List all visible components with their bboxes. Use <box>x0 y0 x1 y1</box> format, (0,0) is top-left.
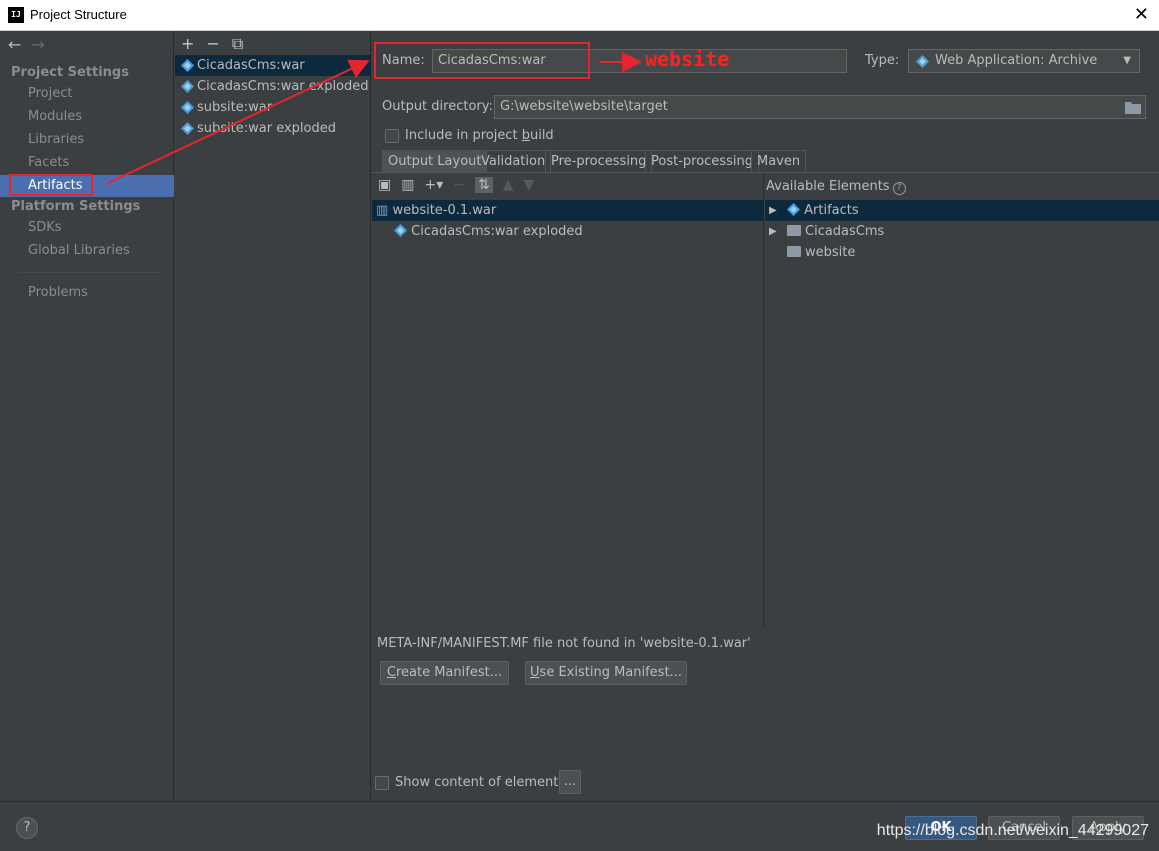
project-settings-header: Project Settings <box>11 65 129 80</box>
artifact-item[interactable]: subsite:war <box>175 97 371 118</box>
layout-tree-label: website-0.1.war <box>392 203 497 218</box>
settings-sidebar: ← → Project Settings Project Modules Libr… <box>0 31 174 801</box>
show-content-options-button[interactable]: ... <box>559 770 581 794</box>
available-element-entry: CicadasCms <box>787 221 884 242</box>
archive-file-icon: ▥ <box>376 203 389 218</box>
copy-artifact-icon[interactable]: ⧉ <box>232 34 243 53</box>
intellij-app-icon: IJ <box>8 7 24 23</box>
platform-settings-header: Platform Settings <box>11 199 141 214</box>
tab-post-processing[interactable]: Post-processing <box>645 150 759 172</box>
remove-artifact-icon[interactable]: − <box>206 34 219 53</box>
create-manifest-button[interactable]: Create Manifest... <box>380 661 509 685</box>
window-title: Project Structure <box>30 7 127 22</box>
artifacts-toolbar: + − ⧉ <box>181 34 255 54</box>
available-element-row[interactable]: ▶ CicadasCms <box>765 221 1159 242</box>
web-app-icon <box>916 55 929 68</box>
artifact-detail-panel: Name: CicadasCms:war Type: Web Applicati… <box>372 31 1159 801</box>
output-directory-input[interactable]: G:\website\website\target <box>494 95 1146 119</box>
manifest-warning: META-INF/MANIFEST.MF file not found in '… <box>377 636 751 651</box>
dialog-button-bar: ? OK Cancel Apply https://blog.csdn.net/… <box>0 801 1159 851</box>
expand-arrow-icon[interactable]: ▶ <box>769 200 777 221</box>
war-artifact-icon <box>181 122 194 135</box>
include-in-build-label: Include in project build <box>405 128 554 143</box>
sidebar-item-facets[interactable]: Facets <box>0 152 174 174</box>
csdn-watermark: https://blog.csdn.net/weixin_44299027 <box>876 822 1149 839</box>
tab-output-layout[interactable]: Output Layout <box>382 150 488 172</box>
sidebar-item-global-libraries[interactable]: Global Libraries <box>0 240 174 262</box>
module-folder-icon <box>787 246 801 257</box>
available-element-label: website <box>805 245 856 260</box>
artifacts-icon <box>787 203 800 216</box>
remove-icon[interactable]: − <box>453 177 465 193</box>
artifact-label: subsite:war <box>197 100 273 115</box>
artifact-label: CicadasCms:war <box>197 58 305 73</box>
layout-tree-row[interactable]: CicadasCms:war exploded <box>372 221 764 242</box>
sidebar-item-libraries[interactable]: Libraries <box>0 129 174 151</box>
available-elements-title: Available Elements? <box>766 179 906 195</box>
available-element-row[interactable]: website <box>765 242 1159 263</box>
sidebar-item-problems[interactable]: Problems <box>0 282 174 304</box>
type-select-value: Web Application: Archive <box>935 53 1098 68</box>
artifact-label: CicadasCms:war exploded <box>197 79 369 94</box>
help-icon[interactable]: ? <box>892 182 906 195</box>
available-element-row[interactable]: ▶ Artifacts <box>765 200 1159 221</box>
add-copy-icon[interactable]: +▾ <box>424 177 443 193</box>
help-button[interactable]: ? <box>16 817 38 839</box>
tab-pre-processing[interactable]: Pre-processing <box>545 150 653 172</box>
tab-maven[interactable]: Maven <box>751 150 807 172</box>
exploded-artifact-icon <box>394 224 407 237</box>
module-folder-icon <box>787 225 801 236</box>
artifact-item[interactable]: CicadasCms:war <box>175 55 371 76</box>
type-select[interactable]: Web Application: Archive ▼ <box>908 49 1140 73</box>
artifact-label: subsite:war exploded <box>197 121 336 136</box>
annotation-box-artifacts <box>9 174 93 196</box>
output-layout-area: ▣ ▥ +▾ − ⇅ ▲ ▼ ▥ website-0.1.war CicadasCms:wa… <box>372 173 1159 801</box>
move-down-icon[interactable]: ▼ <box>523 177 534 193</box>
type-label: Type: <box>865 53 900 68</box>
sidebar-divider <box>18 272 160 273</box>
layout-tree-label: CicadasCms:war exploded <box>411 224 583 239</box>
tab-validation[interactable]: Validation <box>475 150 552 172</box>
archive-icon[interactable]: ▥ <box>401 177 414 193</box>
artifact-item[interactable]: subsite:war exploded <box>175 118 371 139</box>
include-in-build-checkbox[interactable] <box>385 129 399 143</box>
use-existing-manifest-button[interactable]: Use Existing Manifest... <box>525 661 687 685</box>
layout-toolbar: ▣ ▥ +▾ − ⇅ ▲ ▼ <box>378 177 544 193</box>
layout-tree-row[interactable]: ▥ website-0.1.war <box>372 200 764 221</box>
title-bar: IJ Project Structure ✕ <box>0 0 1159 31</box>
new-directory-icon[interactable]: ▣ <box>378 177 391 193</box>
artifacts-list-panel: + − ⧉ CicadasCms:war CicadasCms:war explod… <box>175 31 371 801</box>
available-element-label: Artifacts <box>804 203 859 218</box>
war-artifact-icon <box>181 101 194 114</box>
sidebar-item-sdks[interactable]: SDKs <box>0 217 174 239</box>
available-element-label: CicadasCms <box>805 224 885 239</box>
dropdown-arrow-icon: ▼ <box>1123 55 1131 66</box>
nav-arrows: ← → <box>8 35 55 54</box>
forward-arrow-icon[interactable]: → <box>31 35 44 54</box>
war-artifact-icon <box>181 80 194 93</box>
show-content-label: Show content of elements <box>395 775 566 790</box>
output-directory-label: Output directory: <box>382 99 493 114</box>
add-artifact-icon[interactable]: + <box>181 34 194 53</box>
sidebar-item-modules[interactable]: Modules <box>0 106 174 128</box>
layout-tree-panel: ▣ ▥ +▾ − ⇅ ▲ ▼ ▥ website-0.1.war CicadasCms:wa… <box>372 173 764 629</box>
war-artifact-icon <box>181 59 194 72</box>
annotation-label: website <box>645 47 730 71</box>
available-element-entry: website <box>787 242 855 263</box>
show-content-checkbox[interactable] <box>375 776 389 790</box>
sort-icon[interactable]: ⇅ <box>474 177 493 193</box>
available-element-entry: Artifacts <box>787 200 859 221</box>
back-arrow-icon[interactable]: ← <box>8 35 21 54</box>
browse-folder-icon[interactable] <box>1125 100 1141 114</box>
annotation-box-name <box>374 42 590 79</box>
close-icon[interactable]: ✕ <box>1134 4 1149 25</box>
artifact-item[interactable]: CicadasCms:war exploded <box>175 76 371 97</box>
move-up-icon[interactable]: ▲ <box>503 177 514 193</box>
expand-arrow-icon[interactable]: ▶ <box>769 221 777 242</box>
sidebar-item-project[interactable]: Project <box>0 83 174 105</box>
